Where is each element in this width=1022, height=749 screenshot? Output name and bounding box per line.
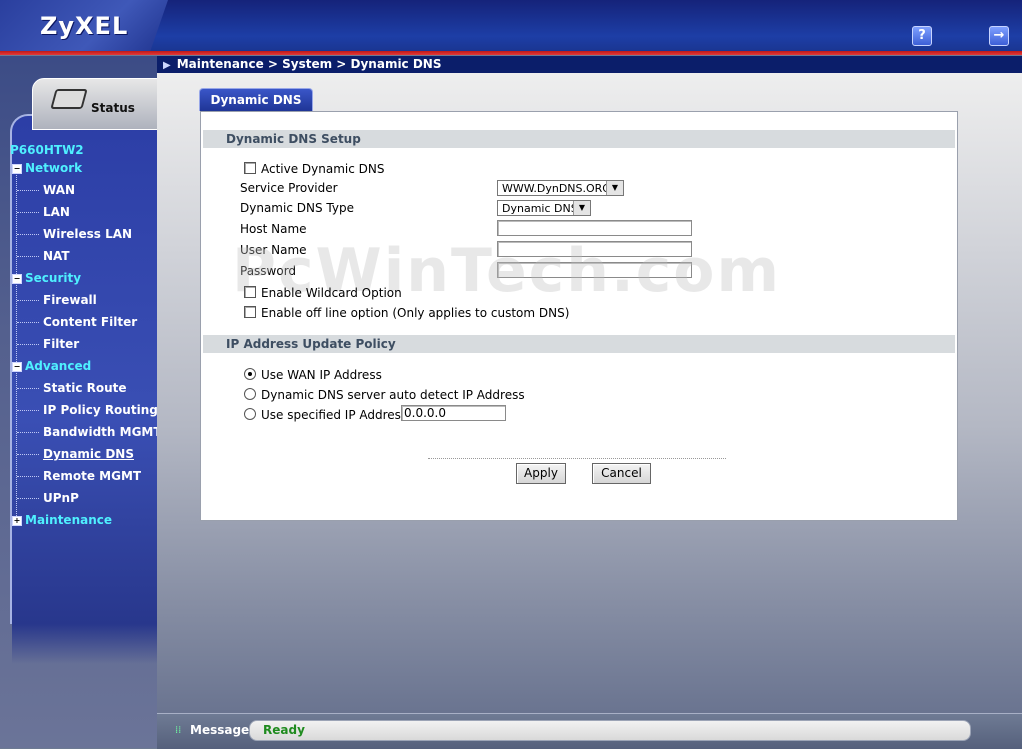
nav-group-label: Security bbox=[25, 271, 82, 285]
tab-dynamic-dns[interactable]: Dynamic DNS bbox=[199, 88, 313, 111]
active-ddns-row[interactable]: Active Dynamic DNS bbox=[244, 162, 385, 176]
status-tab-label: Status bbox=[91, 101, 135, 115]
tree-branch bbox=[17, 476, 39, 477]
use-wan-radio[interactable] bbox=[244, 368, 256, 380]
nav-item-remote-mgmt[interactable]: Remote MGMT bbox=[43, 469, 141, 483]
header-divider bbox=[0, 51, 1022, 55]
nav-group-security[interactable]: − Security bbox=[12, 271, 81, 285]
specified-ip-input[interactable] bbox=[401, 405, 506, 421]
nav-group-maintenance[interactable]: + Maintenance bbox=[12, 513, 112, 527]
sidebar: Status bbox=[0, 56, 159, 748]
service-provider-select[interactable]: WWW.DynDNS.ORG ▼ bbox=[497, 180, 624, 196]
nav-item-bandwidth-mgmt[interactable]: Bandwidth MGMT bbox=[43, 425, 162, 439]
nav-item-nat[interactable]: NAT bbox=[43, 249, 70, 263]
tree-branch bbox=[17, 212, 39, 213]
message-icon: ⁞⁞ bbox=[175, 725, 182, 736]
dropdown-arrow-icon[interactable]: ▼ bbox=[573, 201, 590, 215]
cancel-button[interactable]: Cancel bbox=[592, 463, 651, 484]
dropdown-arrow-icon[interactable]: ▼ bbox=[606, 181, 623, 195]
use-wan-row[interactable]: Use WAN IP Address bbox=[244, 368, 382, 382]
wildcard-checkbox[interactable] bbox=[244, 286, 256, 298]
nav-item-upnp[interactable]: UPnP bbox=[43, 491, 79, 505]
device-model[interactable]: P660HTW2 bbox=[10, 143, 84, 157]
router-icon bbox=[50, 89, 88, 109]
nav-group-advanced[interactable]: − Advanced bbox=[12, 359, 91, 373]
section-title: IP Address Update Policy bbox=[226, 337, 396, 351]
nav-item-filter[interactable]: Filter bbox=[43, 337, 79, 351]
nav-item-wan[interactable]: WAN bbox=[43, 183, 75, 197]
tree-branch bbox=[17, 388, 39, 389]
wildcard-label: Enable Wildcard Option bbox=[261, 286, 402, 300]
tree-branch bbox=[17, 190, 39, 191]
nav-group-label: Maintenance bbox=[25, 513, 113, 527]
auto-detect-row[interactable]: Dynamic DNS server auto detect IP Addres… bbox=[244, 388, 525, 402]
nav-item-firewall[interactable]: Firewall bbox=[43, 293, 97, 307]
tree-branch bbox=[17, 300, 39, 301]
host-name-input[interactable] bbox=[497, 220, 692, 236]
nav-item-content-filter[interactable]: Content Filter bbox=[43, 315, 137, 329]
nav-item-lan[interactable]: LAN bbox=[43, 205, 70, 219]
message-text: Ready bbox=[263, 723, 305, 737]
tree-line bbox=[16, 172, 17, 522]
breadcrumb-arrow-icon: ▶ bbox=[163, 60, 171, 71]
active-ddns-checkbox[interactable] bbox=[244, 162, 256, 174]
nav-item-ip-policy-routing[interactable]: IP Policy Routing bbox=[43, 403, 158, 417]
nav-item-wireless-lan[interactable]: Wireless LAN bbox=[43, 227, 132, 241]
section-title: Dynamic DNS Setup bbox=[226, 132, 361, 146]
expand-icon[interactable]: + bbox=[12, 515, 22, 526]
tree-branch bbox=[17, 256, 39, 257]
offline-label: Enable off line option (Only applies to … bbox=[261, 306, 570, 320]
collapse-icon[interactable]: − bbox=[12, 273, 22, 284]
tree-branch bbox=[17, 432, 39, 433]
nav-group-network[interactable]: − Network bbox=[12, 161, 82, 175]
auto-detect-label: Dynamic DNS server auto detect IP Addres… bbox=[261, 388, 525, 402]
nav-item-static-route[interactable]: Static Route bbox=[43, 381, 127, 395]
tree-branch bbox=[17, 410, 39, 411]
specified-ip-label: Use specified IP Address bbox=[261, 408, 408, 422]
active-ddns-label: Active Dynamic DNS bbox=[261, 162, 385, 176]
help-icon[interactable]: ? bbox=[912, 26, 932, 46]
ddns-type-value: Dynamic DNS bbox=[502, 202, 578, 215]
nav-group-label: Advanced bbox=[25, 359, 92, 373]
tree-branch bbox=[17, 498, 39, 499]
nav-group-label: Network bbox=[25, 161, 83, 175]
wildcard-row[interactable]: Enable Wildcard Option bbox=[244, 286, 402, 300]
section-ip-update-policy: IP Address Update Policy bbox=[203, 335, 955, 353]
breadcrumb: ▶ Maintenance > System > Dynamic DNS bbox=[157, 56, 1022, 73]
offline-row[interactable]: Enable off line option (Only applies to … bbox=[244, 306, 569, 320]
ddns-type-select[interactable]: Dynamic DNS ▼ bbox=[497, 200, 591, 216]
tree-branch bbox=[17, 454, 39, 455]
use-wan-label: Use WAN IP Address bbox=[261, 368, 382, 382]
logout-icon[interactable]: → bbox=[989, 26, 1009, 46]
button-separator bbox=[428, 458, 726, 459]
message-field bbox=[249, 720, 971, 741]
message-label: Message bbox=[190, 723, 250, 737]
apply-button[interactable]: Apply bbox=[516, 463, 566, 484]
tree-branch bbox=[17, 322, 39, 323]
tree-branch bbox=[17, 234, 39, 235]
service-provider-value: WWW.DynDNS.ORG bbox=[502, 182, 611, 195]
zyxel-logo: ZyXEL bbox=[40, 12, 129, 40]
tree-branch bbox=[17, 344, 39, 345]
host-name-label: Host Name bbox=[240, 222, 307, 236]
collapse-icon[interactable]: − bbox=[12, 361, 22, 372]
service-provider-label: Service Provider bbox=[240, 181, 338, 195]
collapse-icon[interactable]: − bbox=[12, 163, 22, 174]
breadcrumb-text: Maintenance > System > Dynamic DNS bbox=[176, 57, 442, 71]
section-ddns-setup: Dynamic DNS Setup bbox=[203, 130, 955, 148]
specified-ip-row[interactable]: Use specified IP Address bbox=[244, 408, 407, 422]
auto-detect-radio[interactable] bbox=[244, 388, 256, 400]
status-tab[interactable]: Status bbox=[32, 78, 158, 130]
ddns-type-label: Dynamic DNS Type bbox=[240, 201, 354, 215]
nav-item-dynamic-dns[interactable]: Dynamic DNS bbox=[43, 447, 134, 461]
offline-checkbox[interactable] bbox=[244, 306, 256, 318]
specified-ip-radio[interactable] bbox=[244, 408, 256, 420]
